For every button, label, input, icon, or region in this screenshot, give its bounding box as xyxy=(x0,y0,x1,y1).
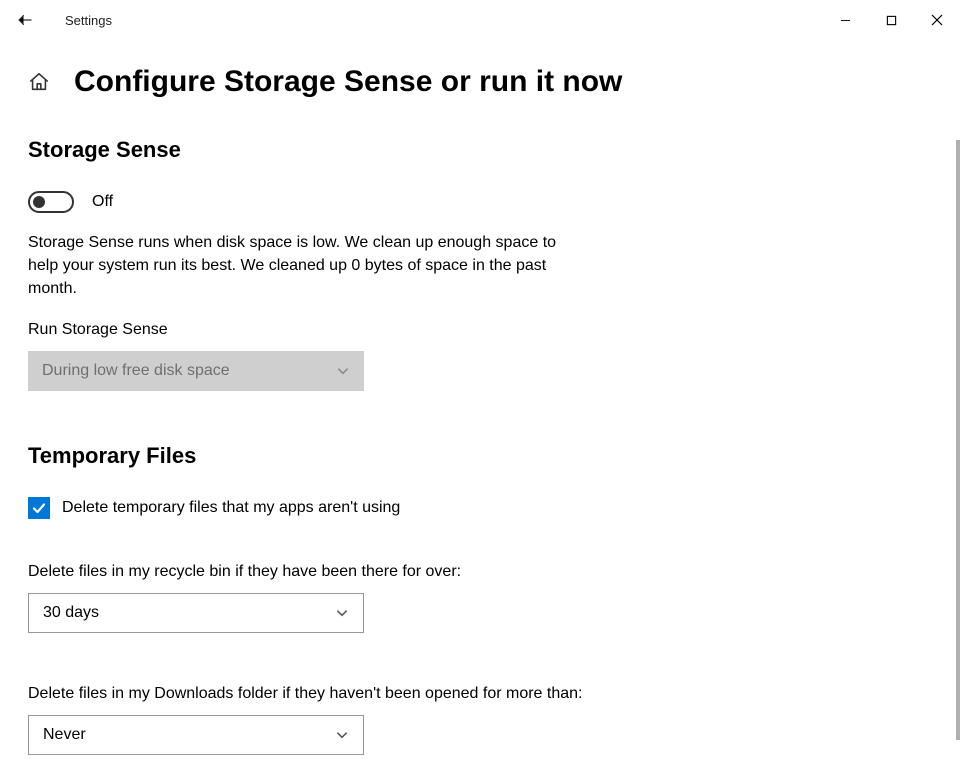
title-bar: Settings xyxy=(0,0,960,40)
back-button[interactable] xyxy=(15,10,35,30)
downloads-value: Never xyxy=(43,726,86,744)
content-area: Configure Storage Sense or run it now St… xyxy=(0,40,960,755)
run-storage-sense-label: Run Storage Sense xyxy=(28,321,932,339)
maximize-button[interactable] xyxy=(868,4,914,36)
home-icon[interactable] xyxy=(28,71,50,93)
storage-sense-toggle-row: Off xyxy=(28,191,932,213)
downloads-select[interactable]: Never xyxy=(28,715,364,755)
window-controls xyxy=(822,4,960,36)
recycle-bin-label: Delete files in my recycle bin if they h… xyxy=(28,563,932,581)
delete-temp-files-label: Delete temporary files that my apps aren… xyxy=(62,499,400,517)
toggle-knob xyxy=(33,196,45,208)
chevron-down-icon xyxy=(336,364,350,378)
run-storage-sense-select: During low free disk space xyxy=(28,351,364,391)
temporary-files-section: Temporary Files Delete temporary files t… xyxy=(28,443,932,755)
temporary-files-heading: Temporary Files xyxy=(28,443,932,469)
downloads-label: Delete files in my Downloads folder if t… xyxy=(28,685,932,703)
app-title: Settings xyxy=(65,13,112,28)
chevron-down-icon xyxy=(335,728,349,742)
storage-sense-description: Storage Sense runs when disk space is lo… xyxy=(28,231,568,301)
title-bar-left: Settings xyxy=(15,10,112,30)
run-storage-sense-value: During low free disk space xyxy=(42,362,230,380)
page-title: Configure Storage Sense or run it now xyxy=(74,65,622,99)
chevron-down-icon xyxy=(335,606,349,620)
delete-temp-files-row: Delete temporary files that my apps aren… xyxy=(28,497,932,519)
scrollbar[interactable] xyxy=(956,140,960,740)
header-row: Configure Storage Sense or run it now xyxy=(28,65,932,99)
storage-sense-section: Storage Sense Off Storage Sense runs whe… xyxy=(28,137,932,391)
delete-temp-files-checkbox[interactable] xyxy=(28,497,50,519)
recycle-bin-select[interactable]: 30 days xyxy=(28,593,364,633)
storage-sense-toggle[interactable] xyxy=(28,191,74,213)
storage-sense-toggle-label: Off xyxy=(92,193,113,211)
minimize-button[interactable] xyxy=(822,4,868,36)
storage-sense-heading: Storage Sense xyxy=(28,137,932,163)
recycle-bin-value: 30 days xyxy=(43,604,99,622)
close-button[interactable] xyxy=(914,4,960,36)
